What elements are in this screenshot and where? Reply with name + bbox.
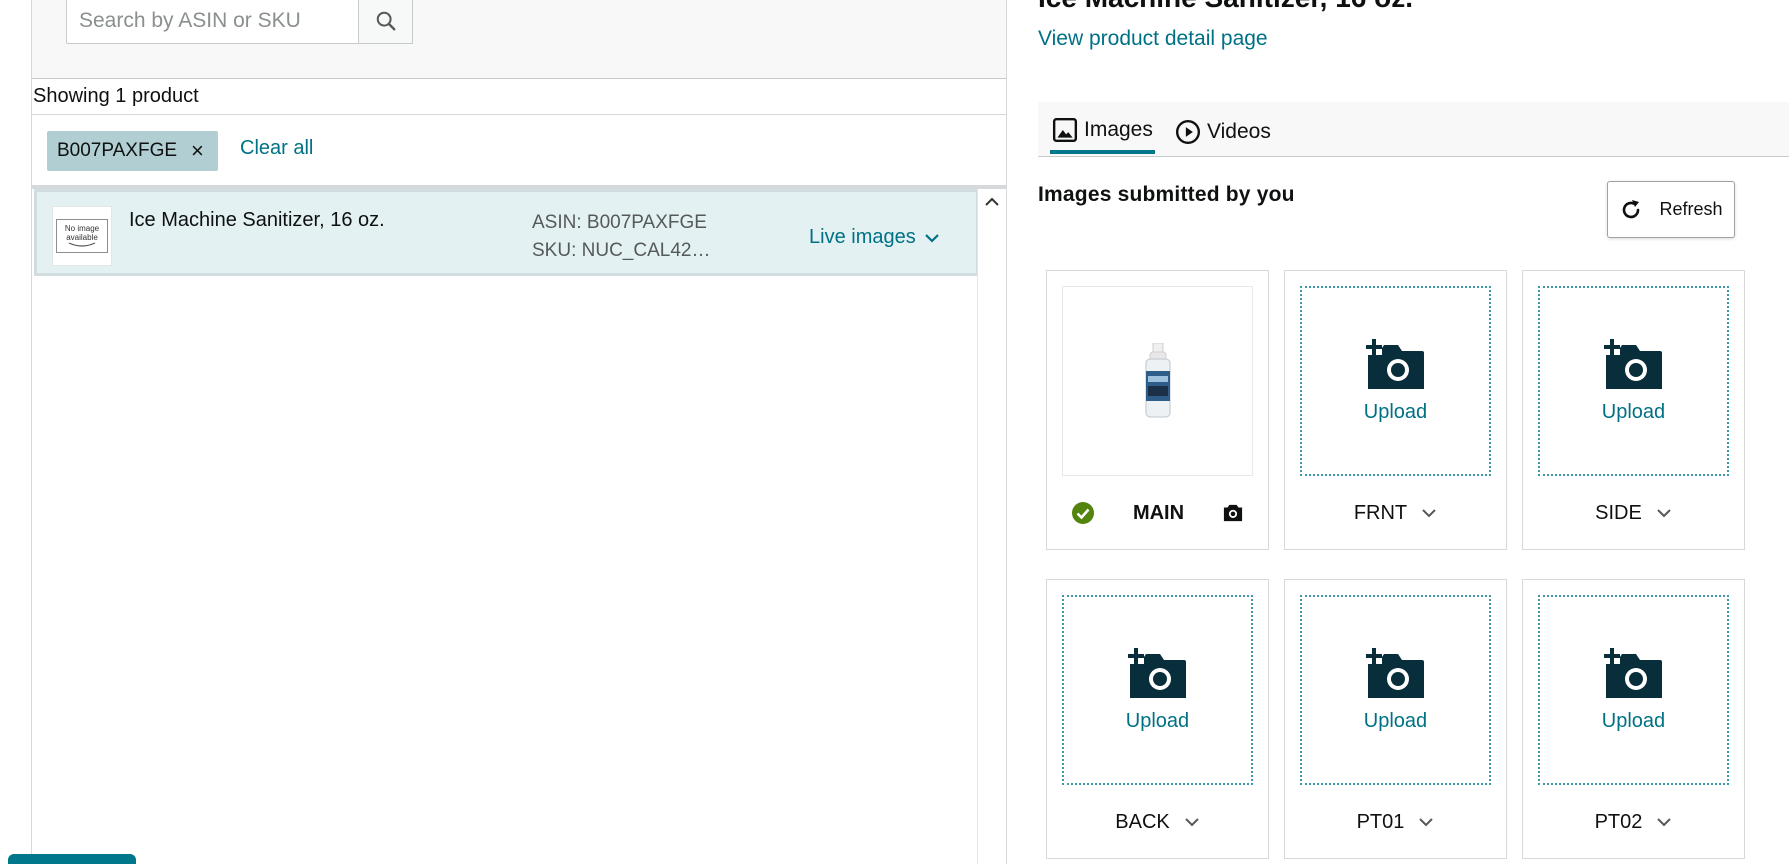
slot-footer-pt02[interactable]: PT02: [1523, 802, 1744, 842]
slot-label-pt02: PT02: [1594, 810, 1643, 833]
add-camera-icon: [1127, 647, 1186, 698]
detail-title: Ice Machine Sanitizer, 16 oz.: [1038, 0, 1413, 14]
chevron-down-icon: [1185, 818, 1199, 827]
image-slot-pt01: Upload PT01: [1284, 579, 1507, 859]
main-image-preview: [1062, 286, 1253, 476]
slot-label-side: SIDE: [1595, 501, 1642, 524]
slot-footer-back[interactable]: BACK: [1047, 802, 1268, 842]
thumb-text-line2: available: [66, 233, 98, 242]
tab-videos-label: Videos: [1207, 120, 1271, 143]
image-status-label: Live images: [809, 226, 916, 248]
refresh-icon: [1623, 199, 1640, 218]
image-slot-frnt: Upload FRNT: [1284, 270, 1507, 550]
results-count: Showing 1 product: [31, 79, 1007, 115]
media-tabs: Images Videos: [1038, 102, 1789, 157]
tab-images[interactable]: Images: [1050, 110, 1155, 154]
slot-label-back: BACK: [1115, 810, 1170, 833]
product-thumbnail: No image available: [52, 206, 112, 266]
upload-label-pt01: Upload: [1363, 709, 1428, 732]
search-input[interactable]: [66, 0, 358, 44]
view-detail-page-link[interactable]: View product detail page: [1038, 27, 1268, 51]
upload-label-frnt: Upload: [1363, 400, 1428, 423]
chevron-up-icon: [985, 197, 999, 206]
bottom-action-button[interactable]: [8, 854, 136, 864]
slot-label-pt01: PT01: [1356, 810, 1405, 833]
search-area: [31, 0, 1007, 79]
search-icon: [376, 11, 395, 31]
image-slot-main: MAIN: [1046, 270, 1269, 550]
upload-dropzone-frnt[interactable]: Upload: [1300, 286, 1491, 476]
product-asin: ASIN: B007PAXFGE: [532, 212, 707, 233]
product-image: [1145, 343, 1170, 418]
product-title: Ice Machine Sanitizer, 16 oz.: [129, 209, 385, 231]
chevron-down-icon: [924, 233, 939, 243]
upload-label-back: Upload: [1125, 709, 1190, 732]
filter-chip-label: B007PAXFGE: [57, 140, 178, 161]
product-identifiers: ASIN: B007PAXFGE SKU: NUC_CAL42…: [532, 209, 710, 265]
add-camera-icon: [1365, 647, 1424, 698]
image-icon: [1052, 117, 1078, 143]
slot-label-frnt: FRNT: [1353, 501, 1408, 524]
slot-footer-frnt[interactable]: FRNT: [1285, 493, 1506, 533]
product-list-panel: Showing 1 product B007PAXFGE × Clear all…: [0, 0, 1007, 864]
image-status-dropdown[interactable]: Live images: [809, 226, 940, 249]
close-icon[interactable]: ×: [191, 140, 204, 162]
product-sku: SKU: NUC_CAL42…: [532, 240, 711, 261]
list-scrollbar[interactable]: [977, 189, 1006, 864]
search-button[interactable]: [358, 0, 413, 44]
slot-footer-side[interactable]: SIDE: [1523, 493, 1744, 533]
image-slot-pt02: Upload PT02: [1522, 579, 1745, 859]
upload-dropzone-pt01[interactable]: Upload: [1300, 595, 1491, 785]
refresh-label: Refresh: [1659, 199, 1723, 219]
table-row[interactable]: No image available Ice Machine Sanitizer…: [34, 189, 979, 276]
replace-camera-icon[interactable]: [1222, 503, 1244, 523]
chevron-down-icon: [1419, 818, 1434, 827]
filter-chip: B007PAXFGE ×: [47, 131, 218, 171]
smile-logo-icon: [68, 242, 96, 247]
slot-label-main: MAIN: [1132, 501, 1185, 524]
tab-videos[interactable]: Videos: [1173, 110, 1273, 154]
refresh-button[interactable]: Refresh: [1607, 181, 1735, 238]
chevron-down-icon: [1422, 509, 1436, 518]
upload-dropzone-side[interactable]: Upload: [1538, 286, 1729, 476]
product-list: No image available Ice Machine Sanitizer…: [31, 189, 1007, 864]
tab-images-label: Images: [1084, 118, 1153, 141]
slot-footer-main: MAIN: [1047, 493, 1268, 533]
add-camera-icon: [1603, 338, 1662, 389]
active-filters: B007PAXFGE × Clear all: [31, 115, 1007, 189]
upload-dropzone-pt02[interactable]: Upload: [1538, 595, 1729, 785]
image-slot-back: Upload BACK: [1046, 579, 1269, 859]
upload-label-pt02: Upload: [1601, 709, 1666, 732]
add-camera-icon: [1603, 647, 1662, 698]
upload-label-side: Upload: [1601, 400, 1666, 423]
image-slot-side: Upload SIDE: [1522, 270, 1745, 550]
product-detail-panel: Ice Machine Sanitizer, 16 oz. View produ…: [1007, 0, 1789, 864]
chevron-down-icon: [1657, 509, 1671, 518]
clear-all-link[interactable]: Clear all: [240, 137, 313, 160]
upload-dropzone-back[interactable]: Upload: [1062, 595, 1253, 785]
product-list-viewport: No image available Ice Machine Sanitizer…: [32, 189, 979, 864]
scroll-up-button[interactable]: [978, 191, 1006, 213]
thumb-text-line1: No image: [64, 224, 100, 233]
section-title: Images submitted by you: [1038, 183, 1295, 206]
add-camera-icon: [1365, 338, 1424, 389]
no-image-placeholder: No image available: [56, 219, 108, 253]
slot-footer-pt01[interactable]: PT01: [1285, 802, 1506, 842]
play-circle-icon: [1175, 119, 1201, 145]
check-circle-icon: [1072, 502, 1094, 524]
chevron-down-icon: [1657, 818, 1672, 827]
